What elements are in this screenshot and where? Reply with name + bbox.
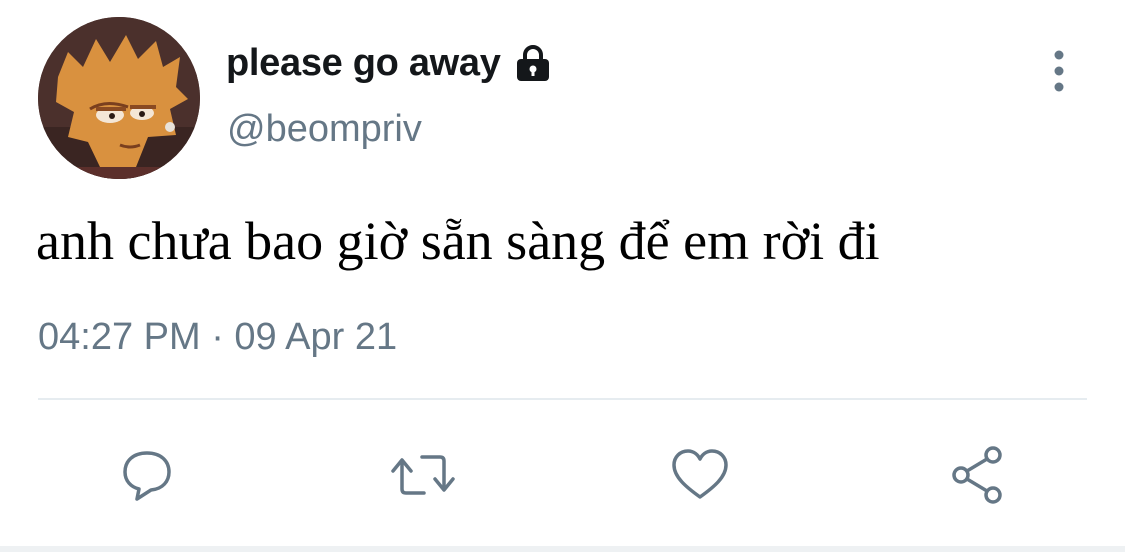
reply-icon (123, 451, 171, 501)
tweet-card: please go away @beompriv anh chưa bao gi… (0, 0, 1125, 552)
retweet-icon (391, 455, 455, 495)
avatar[interactable] (38, 17, 200, 179)
timestamp[interactable]: 04:27 PM · 09 Apr 21 (38, 316, 397, 359)
user-handle[interactable]: @beompriv (227, 108, 422, 151)
retweet-button[interactable] (388, 440, 458, 510)
heart-icon (672, 449, 728, 499)
tweet-text: anh chưa bao giờ sẵn sàng để em rời đi (36, 211, 880, 271)
share-icon (952, 446, 1002, 504)
reply-button[interactable] (112, 440, 182, 510)
cartoon-avatar-image (38, 17, 200, 179)
display-name[interactable]: please go away (226, 42, 501, 85)
divider (38, 398, 1087, 400)
like-button[interactable] (665, 440, 735, 510)
more-vertical-icon[interactable] (1044, 47, 1074, 95)
bottom-separator (0, 546, 1125, 552)
lock-icon (513, 43, 553, 83)
share-button[interactable] (942, 440, 1012, 510)
display-name-row: please go away (226, 38, 553, 88)
